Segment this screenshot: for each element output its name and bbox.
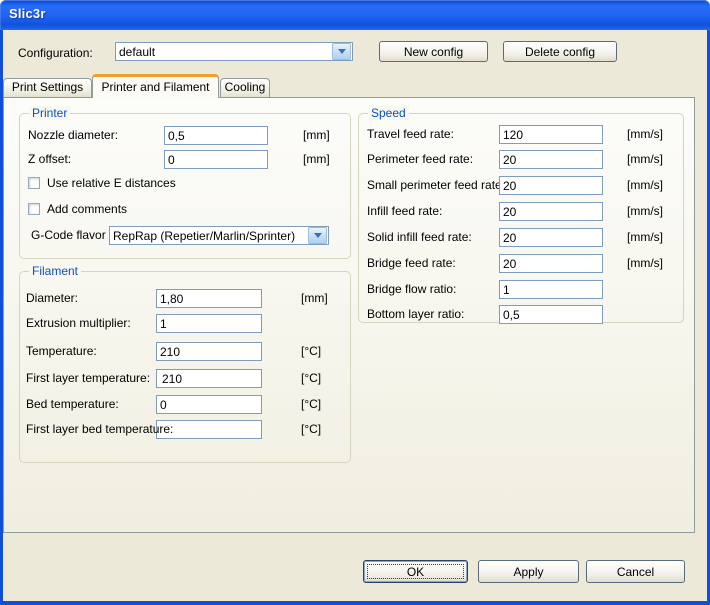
speed-group: Speed Travel feed rate: [mm/s] Perimeter… — [358, 113, 684, 323]
add-comments-label: Add comments — [47, 202, 127, 217]
small-perimeter-feed-rate-unit: [mm/s] — [627, 176, 663, 195]
temperature-input[interactable] — [156, 342, 262, 361]
add-comments-checkbox[interactable] — [28, 203, 40, 215]
small-perimeter-feed-rate-input[interactable] — [499, 176, 603, 195]
z-offset-input[interactable] — [164, 150, 268, 169]
chevron-down-icon[interactable] — [332, 43, 351, 60]
bottom-layer-ratio-input[interactable] — [499, 305, 603, 324]
chevron-down-icon[interactable] — [308, 227, 327, 244]
extrusion-multiplier-label: Extrusion multiplier: — [26, 314, 131, 333]
use-relative-e-distances-checkbox[interactable] — [28, 177, 40, 189]
configuration-select[interactable]: default — [115, 42, 353, 61]
first-layer-temperature-label: First layer temperature: — [26, 369, 150, 388]
travel-feed-rate-unit: [mm/s] — [627, 125, 663, 144]
ok-button-label: OK — [407, 565, 424, 579]
field-row: Bottom layer ratio: — [359, 305, 683, 324]
small-perimeter-feed-rate-label: Small perimeter feed rate: — [367, 176, 505, 195]
apply-button[interactable]: Apply — [478, 560, 579, 583]
perimeter-feed-rate-unit: [mm/s] — [627, 150, 663, 169]
field-row: Solid infill feed rate: [mm/s] — [359, 228, 683, 247]
cancel-button[interactable]: Cancel — [586, 560, 685, 583]
bed-temperature-input[interactable] — [156, 395, 262, 414]
printer-group-title: Printer — [29, 106, 70, 120]
filament-diameter-unit: [mm] — [301, 289, 328, 308]
z-offset-label: Z offset: — [28, 150, 71, 169]
bridge-flow-ratio-input[interactable] — [499, 280, 603, 299]
ok-button[interactable]: OK — [363, 560, 468, 583]
tab-cooling[interactable]: Cooling — [220, 78, 270, 97]
temperature-label: Temperature: — [26, 342, 97, 361]
first-layer-temperature-unit: [°C] — [301, 369, 321, 388]
field-row: G-Code flavor RepRap (Repetier/Marlin/Sp… — [20, 226, 350, 245]
field-row: Diameter: [mm] — [20, 289, 350, 308]
nozzle-diameter-unit: [mm] — [303, 126, 330, 145]
field-row: Extrusion multiplier: — [20, 314, 350, 333]
z-offset-unit: [mm] — [303, 150, 330, 169]
field-row: Bed temperature: [°C] — [20, 395, 350, 414]
temperature-unit: [°C] — [301, 342, 321, 361]
solid-infill-feed-rate-input[interactable] — [499, 228, 603, 247]
nozzle-diameter-label: Nozzle diameter: — [28, 126, 118, 145]
field-row: First layer bed temperature: [°C] — [20, 420, 350, 439]
gcode-flavor-select[interactable]: RepRap (Repetier/Marlin/Sprinter) — [109, 226, 329, 245]
filament-group: Filament Diameter: [mm] Extrusion multip… — [19, 271, 351, 463]
first-layer-bed-temperature-unit: [°C] — [301, 420, 321, 439]
first-layer-bed-temperature-label: First layer bed temperature: — [26, 420, 173, 439]
field-row: Small perimeter feed rate: [mm/s] — [359, 176, 683, 195]
printer-group: Printer Nozzle diameter: [mm] Z offset: … — [19, 113, 351, 259]
infill-feed-rate-unit: [mm/s] — [627, 202, 663, 221]
tab-printer-and-filament[interactable]: Printer and Filament — [92, 74, 219, 98]
solid-infill-feed-rate-label: Solid infill feed rate: — [367, 228, 472, 247]
bed-temperature-unit: [°C] — [301, 395, 321, 414]
field-row: First layer temperature: [°C] — [20, 369, 350, 388]
window-title: Slic3r — [9, 6, 46, 21]
perimeter-feed-rate-input[interactable] — [499, 150, 603, 169]
bridge-flow-ratio-label: Bridge flow ratio: — [367, 280, 456, 299]
travel-feed-rate-input[interactable] — [499, 125, 603, 144]
configuration-selected-value: default — [116, 45, 331, 59]
bridge-feed-rate-label: Bridge feed rate: — [367, 254, 456, 273]
perimeter-feed-rate-label: Perimeter feed rate: — [367, 150, 473, 169]
slic3r-window: Slic3r Configuration: default New config… — [0, 0, 710, 605]
field-row: Bridge feed rate: [mm/s] — [359, 254, 683, 273]
gcode-flavor-label: G-Code flavor — [31, 226, 106, 245]
field-row: Perimeter feed rate: [mm/s] — [359, 150, 683, 169]
infill-feed-rate-input[interactable] — [499, 202, 603, 221]
first-layer-temperature-input[interactable] — [156, 369, 262, 388]
speed-group-title: Speed — [368, 106, 409, 120]
new-config-button[interactable]: New config — [379, 41, 488, 62]
field-row: Travel feed rate: [mm/s] — [359, 125, 683, 144]
field-row: Z offset: [mm] — [20, 150, 350, 169]
field-row: Nozzle diameter: [mm] — [20, 126, 350, 145]
filament-group-title: Filament — [29, 264, 81, 278]
use-relative-e-distances-label: Use relative E distances — [47, 176, 176, 191]
title-bar[interactable]: Slic3r — [0, 0, 710, 30]
delete-config-button[interactable]: Delete config — [503, 41, 617, 62]
field-row: Temperature: [°C] — [20, 342, 350, 361]
bridge-feed-rate-unit: [mm/s] — [627, 254, 663, 273]
tab-panel: Printer Nozzle diameter: [mm] Z offset: … — [3, 97, 695, 533]
field-row: Infill feed rate: [mm/s] — [359, 202, 683, 221]
bed-temperature-label: Bed temperature: — [26, 395, 119, 414]
tab-print-settings[interactable]: Print Settings — [3, 78, 92, 97]
extrusion-multiplier-input[interactable] — [156, 314, 262, 333]
filament-diameter-input[interactable] — [156, 289, 262, 308]
filament-diameter-label: Diameter: — [26, 289, 78, 308]
solid-infill-feed-rate-unit: [mm/s] — [627, 228, 663, 247]
bottom-layer-ratio-label: Bottom layer ratio: — [367, 305, 464, 324]
field-row: Bridge flow ratio: — [359, 280, 683, 299]
nozzle-diameter-input[interactable] — [164, 126, 268, 145]
bridge-feed-rate-input[interactable] — [499, 254, 603, 273]
travel-feed-rate-label: Travel feed rate: — [367, 125, 454, 144]
configuration-label: Configuration: — [18, 46, 93, 60]
gcode-flavor-selected-value: RepRap (Repetier/Marlin/Sprinter) — [110, 229, 307, 243]
infill-feed-rate-label: Infill feed rate: — [367, 202, 442, 221]
